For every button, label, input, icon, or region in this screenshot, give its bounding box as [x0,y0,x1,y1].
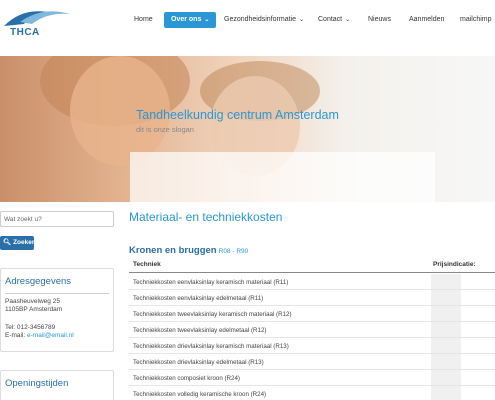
row-label: Techniekkosten tweevlaksinlay keramisch … [133,310,292,318]
table-row: Techniekkosten drievlaksinlay keramisch … [129,338,495,354]
hero-title: Tandheelkundig centrum Amsterdam [136,108,339,122]
row-label: Techniekkosten composiet kroon (R24) [133,374,240,382]
address-street: Paasheuvelweg 25 [5,298,60,305]
address-title: Adresgegevens [5,276,72,287]
nav-item-nieuws[interactable]: Nieuws [368,12,391,28]
row-label: Techniekkosten eenvlaksinlay edelmetaal … [133,294,264,302]
table-row: Techniekkosten composiet kroon (R24) [129,370,495,386]
section-title: Kronen en bruggen R08 - R90 [129,245,248,256]
chevron-down-icon: ⌄ [345,17,351,23]
hero-banner [0,56,495,202]
hero-slogan: dit is onze slogan [136,125,194,134]
section-title-text: Kronen en bruggen [129,245,217,256]
chevron-down-icon: ⌄ [299,17,305,23]
table-header: Techniek Prijsindicatie: [129,257,495,273]
row-label: Techniekkosten drievlaksinlay edelmetaal… [133,358,264,366]
nav-item-home[interactable]: Home [134,12,153,28]
nav-item-label: Aanmelden [409,16,445,23]
nav-item-gezondheidsinformatie[interactable]: Gezondheidsinformatie ⌄ [224,12,304,28]
nav-item-aanmelden[interactable]: Aanmelden [409,12,444,28]
search-button-label: Zoeken [13,239,36,246]
column-header-technique: Techniek [133,261,161,268]
nav-item-mailchimp[interactable]: mailchimp [460,12,492,28]
nav-item-label: Nieuws [368,16,391,23]
nav-item-label: Contact [318,16,343,23]
row-label: Techniekkosten volledig keramische kroon… [133,390,267,398]
address-city: 1105BP Amsterdam [5,306,63,313]
email-link[interactable]: e-mail@email.nl [27,332,74,339]
row-label: Techniekkosten eenvlaksinlay keramisch m… [133,278,289,286]
nav-item-over-ons[interactable]: Over ons ⌄ [164,12,217,28]
site-header: THCA Home Over ons ⌄ Gezondheidsinformati… [0,0,495,44]
table-row: Techniekkosten drievlaksinlay edelmetaal… [129,354,495,370]
address-email-row: E-mail: e-mail@email.nl [5,332,74,339]
nav-item-label: Over ons [171,16,202,23]
section-code: R08 - R90 [218,248,249,255]
search-input[interactable] [0,211,114,227]
main-nav: Home Over ons ⌄ Gezondheidsinformatie ⌄ Co… [0,12,495,28]
row-label: Techniekkosten drievlaksinlay keramisch … [133,342,289,350]
table-row: Techniekkosten tweevlaksinlay edelmetaal… [129,322,495,338]
email-label: E-mail: [5,332,28,339]
table-row: Techniekkosten eenvlaksinlay edelmetaal … [129,290,495,306]
chevron-down-icon: ⌄ [204,17,210,23]
search-icon: 🔍︎ [3,239,12,246]
nav-item-label: Gezondheidsinformatie [224,16,296,23]
hours-widget: Openingstijden [0,370,114,400]
table-row: Techniekkosten eenvlaksinlay keramisch m… [129,274,495,290]
search-button[interactable]: 🔍︎ Zoeken [0,236,36,250]
nav-item-label: Home [134,16,153,23]
logo-text: THCA [10,27,40,38]
hero-caption-box [130,152,435,202]
address-tel: Tel: 012-3456789 [5,324,56,331]
table-row: Techniekkosten tweevlaksinlay keramisch … [129,306,495,322]
row-label: Techniekkosten tweevlaksinlay edelmetaal… [133,326,267,334]
nav-item-label: mailchimp [460,16,492,23]
page-title: Materiaal- en techniekkosten [129,210,283,224]
address-widget: Adresgegevens Paasheuvelweg 25 1105BP Am… [0,268,114,352]
column-header-price: Prijsindicatie: [433,261,476,268]
hours-title: Openingstijden [5,378,69,389]
table-row: Techniekkosten volledig keramische kroon… [129,386,495,400]
nav-item-contact[interactable]: Contact ⌄ [318,12,350,28]
divider [5,293,109,294]
